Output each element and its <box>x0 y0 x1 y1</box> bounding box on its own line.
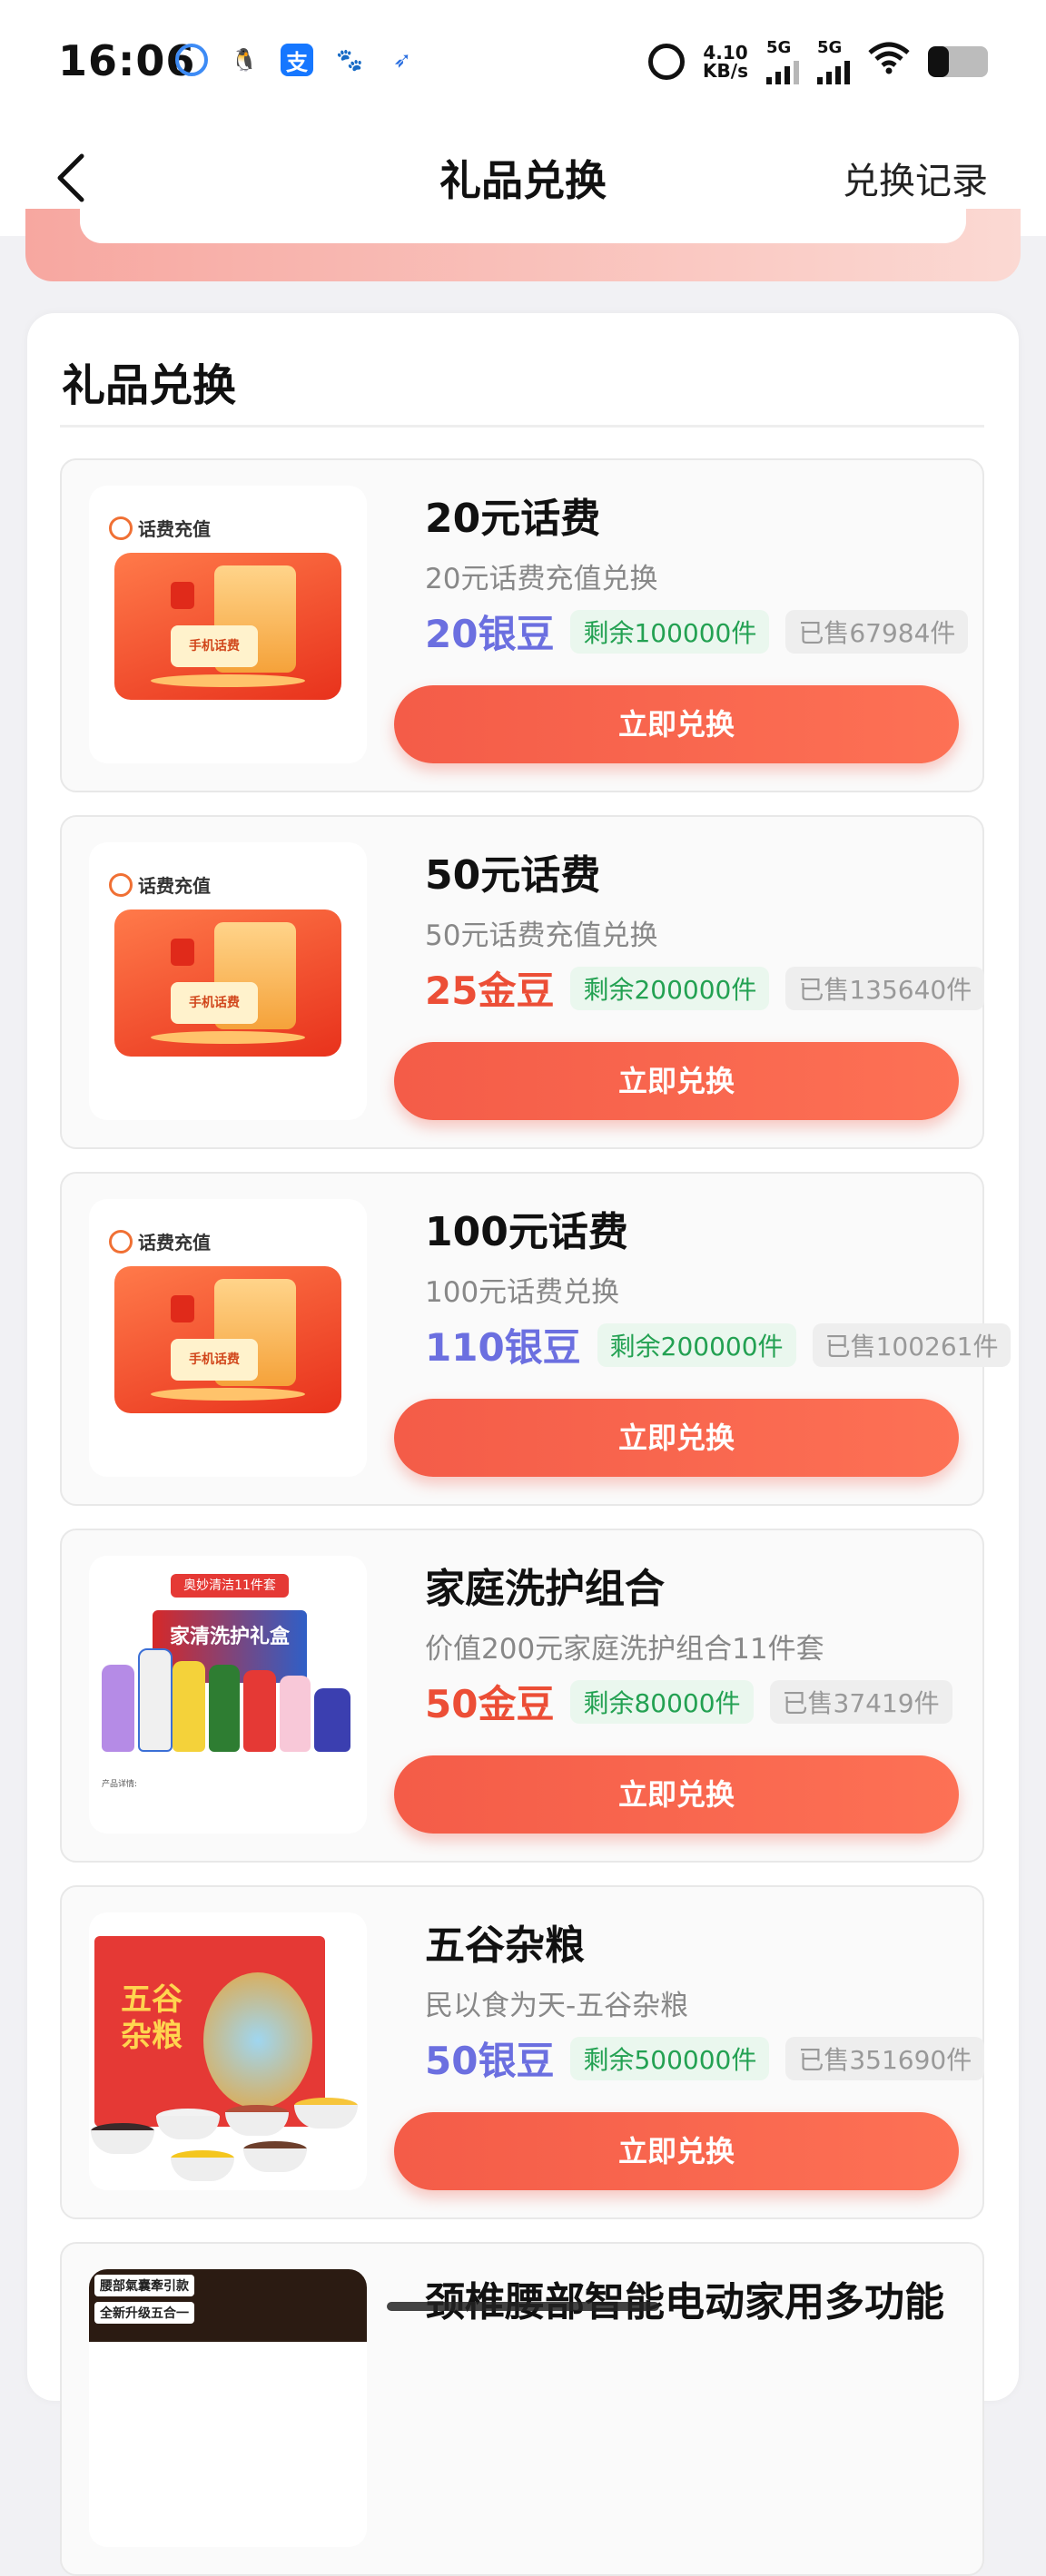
redeem-button[interactable]: 立即兑换 <box>394 1755 959 1834</box>
redeem-button[interactable]: 立即兑换 <box>394 685 959 763</box>
system-icons: 4.10 KB/s 5G 5G <box>648 38 988 84</box>
remaining-badge: 剩余100000件 <box>570 609 770 654</box>
gift-title: 家庭洗护组合 <box>425 1566 665 1612</box>
network-speed: 4.10 KB/s <box>703 41 748 82</box>
sold-badge: 已售135640件 <box>785 966 985 1010</box>
gift-card[interactable]: 奥妙清洁11件套 家清洗护礼盒 产品详情: 家庭洗护组合 价值200元家庭洗护组… <box>60 1529 984 1863</box>
bird-app-icon: ➶ <box>392 47 412 73</box>
signal-5g-2: 5G <box>817 38 850 84</box>
recharge-icon <box>109 1229 133 1254</box>
alarm-icon <box>648 43 686 80</box>
price-row: 110银豆 剩余200000件 已售100261件 <box>425 1317 1011 1372</box>
gift-price: 110银豆 <box>425 1325 581 1370</box>
remaining-badge: 剩余200000件 <box>597 1322 796 1367</box>
redeem-button[interactable]: 立即兑换 <box>394 1399 959 1477</box>
qq-icon: 🐧 <box>231 47 258 73</box>
sold-badge: 已售37419件 <box>769 1679 952 1724</box>
gift-image-grains: 五谷杂粮 <box>89 1912 367 2190</box>
divider <box>60 425 984 428</box>
gift-desc: 20元话费充值兑换 <box>425 563 658 595</box>
gift-desc: 100元话费兑换 <box>425 1276 620 1309</box>
sold-badge: 已售67984件 <box>785 609 969 654</box>
gift-card[interactable]: 话费充值 手机话费 20元话费 20元话费充值兑换 20银豆 剩余100000件… <box>60 458 984 792</box>
recharge-icon <box>109 516 133 540</box>
remaining-badge: 剩余80000件 <box>570 1679 754 1724</box>
remaining-badge: 剩余200000件 <box>570 966 770 1010</box>
gift-exchange-panel: 礼品兑换 话费充值 手机话费 20元话费 20元话费充值兑换 20银豆 剩余10… <box>27 313 1019 2576</box>
signal-bars-icon <box>766 57 799 84</box>
gift-title: 颈椎腰部智能电动家用多功能 <box>425 2279 944 2325</box>
gift-desc: 50元话费充值兑换 <box>425 919 658 952</box>
redeem-button[interactable]: 立即兑换 <box>394 1042 959 1120</box>
home-indicator <box>387 2302 659 2311</box>
price-row: 50金豆 剩余80000件 已售37419件 <box>425 1674 952 1729</box>
recharge-badge: 话费充值 <box>109 1228 211 1254</box>
top-banner-card <box>25 209 1021 281</box>
gift-image-phone-recharge: 话费充值 手机话费 <box>89 1199 367 1477</box>
gift-card[interactable]: 腰部氣囊牽引款 全新升级五合一 颈椎腰部智能电动家用多功能 <box>60 2242 984 2576</box>
gift-desc: 价值200元家庭洗护组合11件套 <box>425 1633 824 1666</box>
signal-5g-1: 5G <box>766 38 799 84</box>
sold-badge: 已售351690件 <box>785 2036 985 2080</box>
redeem-button[interactable]: 立即兑换 <box>394 2112 959 2190</box>
browser-icon <box>175 44 208 76</box>
gift-image-phone-recharge: 话费充值 手机话费 <box>89 842 367 1120</box>
gift-price: 50金豆 <box>425 1682 555 1726</box>
notification-icons: 🐧 支 🐾 ➶ <box>175 44 419 76</box>
remaining-badge: 剩余500000件 <box>570 2036 770 2080</box>
gift-card[interactable]: 五谷杂粮 五谷杂粮 民以食为天-五谷杂粮 50银豆 剩余500000件 已售35… <box>60 1885 985 2219</box>
price-row: 20银豆 剩余100000件 已售67984件 <box>425 604 969 659</box>
price-row: 25金豆 剩余200000件 已售135640件 <box>425 960 985 1016</box>
gift-price: 25金豆 <box>425 968 555 1013</box>
gift-card[interactable]: 话费充值 手机话费 100元话费 100元话费兑换 110银豆 剩余200000… <box>60 1172 1011 1506</box>
gift-image-massager: 腰部氣囊牽引款 全新升级五合一 <box>89 2269 367 2547</box>
gift-desc: 民以食为天-五谷杂粮 <box>425 1990 689 2022</box>
status-bar: 16:06 🐧 支 🐾 ➶ 4.10 KB/s 5G 5G <box>0 0 1046 123</box>
signal-bars-icon <box>817 57 850 84</box>
exchange-history-link[interactable]: 兑换记录 <box>843 152 988 204</box>
wifi-icon <box>868 42 910 81</box>
section-title: 礼品兑换 <box>62 360 237 411</box>
recharge-badge: 话费充值 <box>109 515 211 541</box>
gift-image-laundry-kit: 奥妙清洁11件套 家清洗护礼盒 产品详情: <box>89 1556 367 1834</box>
recharge-icon <box>109 872 133 897</box>
gift-card[interactable]: 话费充值 手机话费 50元话费 50元话费充值兑换 25金豆 剩余200000件… <box>60 815 985 1149</box>
alipay-icon: 支 <box>281 44 313 76</box>
recharge-badge: 话费充值 <box>109 871 211 898</box>
sold-badge: 已售100261件 <box>812 1322 1011 1367</box>
gift-title: 五谷杂粮 <box>425 1922 585 1969</box>
price-row: 50银豆 剩余500000件 已售351690件 <box>425 2030 985 2086</box>
gift-title: 100元话费 <box>425 1209 628 1255</box>
gift-price: 50银豆 <box>425 2039 555 2083</box>
gift-title: 50元话费 <box>425 852 601 899</box>
baidu-icon: 🐾 <box>336 47 363 73</box>
gift-price: 20银豆 <box>425 612 555 656</box>
battery-icon <box>928 45 988 77</box>
gift-image-phone-recharge: 话费充值 手机话费 <box>89 486 367 763</box>
gift-title: 20元话费 <box>425 496 601 542</box>
